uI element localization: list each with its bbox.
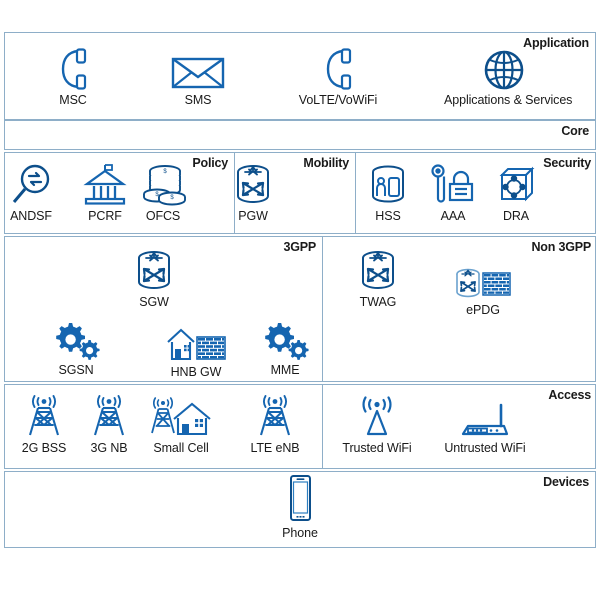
- node-3g-nb[interactable]: 3G NB: [69, 393, 149, 455]
- router-icon: [338, 247, 418, 293]
- node-label: PGW: [238, 209, 268, 223]
- node-sgw[interactable]: SGW: [114, 247, 194, 309]
- node-applications-services[interactable]: Applications & Services: [444, 45, 573, 107]
- band-title-core: Core: [561, 124, 589, 138]
- node-label: SGSN: [58, 363, 94, 377]
- telephone-handset-icon: [18, 45, 128, 91]
- node-label: SGW: [139, 295, 169, 309]
- node-label: ePDG: [466, 303, 500, 317]
- magnifier-exchange-icon: [0, 161, 71, 207]
- node-small-cell[interactable]: Small Cell: [141, 393, 221, 455]
- network-box-icon: [476, 161, 556, 207]
- cell-tower-house-icon: [141, 393, 221, 439]
- node-label: TWAG: [359, 295, 397, 309]
- node-pgw[interactable]: PGW: [213, 161, 293, 223]
- node-label: Small Cell: [153, 441, 209, 455]
- node-msc[interactable]: MSC: [18, 45, 128, 107]
- router-firewall-icon: [443, 255, 523, 301]
- panel-non-3gpp: Non 3GPP TWAG ePDG: [323, 237, 597, 381]
- node-label: Untrusted WiFi: [444, 441, 526, 455]
- node-andsf[interactable]: ANDSF: [0, 161, 71, 223]
- node-trusted-wifi[interactable]: Trusted WiFi: [332, 393, 422, 455]
- node-label: HNB GW: [170, 365, 222, 379]
- band-core: Core: [4, 120, 596, 150]
- gears-icon: [36, 315, 116, 361]
- node-twag[interactable]: TWAG: [338, 247, 418, 309]
- node-label: OFCS: [145, 209, 181, 223]
- globe-icon: [444, 45, 564, 91]
- panel-3gpp: 3GPP SGW SGSN HNB GW MME: [5, 237, 323, 381]
- node-label: LTE eNB: [250, 441, 300, 455]
- router-icon: [114, 247, 194, 293]
- node-label: Trusted WiFi: [342, 441, 412, 455]
- band-access: Access 2G BSS 3G NB Small Cell LTE eNB T…: [4, 384, 596, 469]
- envelope-icon: [143, 45, 253, 91]
- node-label: DRA: [502, 209, 530, 223]
- band-gpp: 3GPP SGW SGSN HNB GW MME Non 3GPP TWAG e…: [4, 236, 596, 382]
- node-dra[interactable]: DRA: [476, 161, 556, 223]
- node-hnb-gw[interactable]: HNB GW: [156, 317, 236, 379]
- panel-mobility: Mobility PGW: [235, 153, 356, 233]
- panel-security: Security HSS AAA DRA: [356, 153, 597, 233]
- band-application: Application MSC SMS VoLTE/VoWiFi Applica…: [4, 32, 596, 120]
- router-icon: [213, 161, 293, 207]
- band-title-access: Access: [548, 388, 591, 402]
- panel-policy: Policy ANDSF PCRF $ $ $ OFCS: [5, 153, 235, 233]
- node-label: MSC: [59, 93, 87, 107]
- node-epdg[interactable]: ePDG: [443, 255, 523, 317]
- node-label: Applications & Services: [444, 93, 573, 107]
- band-core-functions: Policy ANDSF PCRF $ $ $ OFCS Mobility PG…: [4, 152, 596, 234]
- telephone-handset-icon: [283, 45, 393, 91]
- node-label: SMS: [184, 93, 212, 107]
- node-sms[interactable]: SMS: [143, 45, 253, 107]
- cell-tower-icon: [235, 393, 315, 439]
- wifi-antenna-icon: [332, 393, 422, 439]
- node-ofcs[interactable]: $ $ $ OFCS: [123, 161, 203, 223]
- smartphone-icon: [255, 475, 345, 524]
- house-firewall-icon: [156, 317, 236, 363]
- band-devices: Devices Phone: [4, 471, 596, 548]
- node-lte-enb[interactable]: LTE eNB: [235, 393, 315, 455]
- node-label: VoLTE/VoWiFi: [298, 93, 378, 107]
- node-sgsn[interactable]: SGSN: [36, 315, 116, 377]
- cell-tower-icon: [69, 393, 149, 439]
- panel-title-mobility: Mobility: [303, 156, 349, 170]
- node-mme[interactable]: MME: [245, 315, 325, 377]
- gears-icon: [245, 315, 325, 361]
- band-title-devices: Devices: [543, 475, 589, 489]
- panel-title-3gpp: 3GPP: [283, 240, 316, 254]
- panel-title-non-3gpp: Non 3GPP: [531, 240, 591, 254]
- network-architecture-diagram: Application MSC SMS VoLTE/VoWiFi Applica…: [4, 32, 596, 548]
- node-label: Phone: [282, 526, 318, 540]
- node-untrusted-wifi[interactable]: Untrusted WiFi: [435, 393, 535, 455]
- wifi-router-icon: [435, 393, 535, 439]
- node-volte-vowifi[interactable]: VoLTE/VoWiFi: [283, 45, 393, 107]
- node-label: 3G NB: [90, 441, 128, 455]
- node-label: ANDSF: [10, 209, 52, 223]
- coins-stack-icon: $ $ $: [123, 161, 203, 207]
- node-label: MME: [270, 363, 300, 377]
- node-phone[interactable]: Phone: [255, 475, 345, 540]
